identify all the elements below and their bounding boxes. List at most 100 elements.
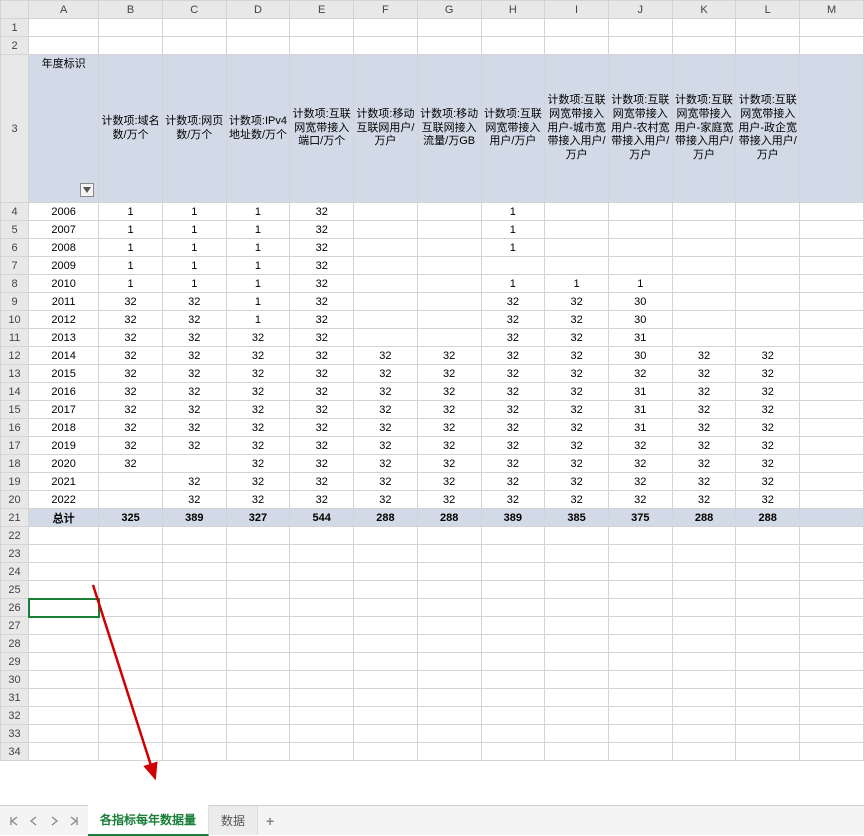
cell[interactable] — [417, 329, 481, 347]
cell[interactable] — [481, 725, 545, 743]
cell[interactable]: 32 — [608, 437, 672, 455]
cell[interactable]: 32 — [608, 455, 672, 473]
cell[interactable]: 32 — [417, 383, 481, 401]
pivot-header-cell[interactable]: 计数项:互联网宽带接入用户/万户 — [481, 55, 545, 203]
row-header[interactable]: 34 — [1, 743, 29, 761]
row-header[interactable]: 3 — [1, 55, 29, 203]
col-header-D[interactable]: D — [226, 1, 290, 19]
cell[interactable]: 32 — [99, 293, 163, 311]
cell[interactable] — [290, 19, 354, 37]
cell[interactable]: 2011 — [29, 293, 99, 311]
cell[interactable] — [800, 329, 864, 347]
cell[interactable]: 1 — [226, 275, 290, 293]
cell[interactable] — [800, 275, 864, 293]
cell[interactable] — [736, 545, 800, 563]
cell[interactable]: 389 — [481, 509, 545, 527]
col-header-A[interactable]: A — [29, 1, 99, 19]
cell[interactable]: 327 — [226, 509, 290, 527]
cell[interactable] — [354, 563, 418, 581]
cell[interactable] — [800, 257, 864, 275]
cell[interactable] — [672, 563, 736, 581]
cell[interactable]: 32 — [290, 419, 354, 437]
cell[interactable]: 1 — [99, 275, 163, 293]
cell[interactable] — [354, 599, 418, 617]
cell[interactable]: 32 — [226, 491, 290, 509]
cell[interactable] — [417, 653, 481, 671]
cell[interactable]: 32 — [672, 473, 736, 491]
cell[interactable]: 30 — [608, 311, 672, 329]
cell[interactable] — [481, 689, 545, 707]
cell[interactable]: 32 — [162, 401, 226, 419]
row-header[interactable]: 31 — [1, 689, 29, 707]
cell[interactable] — [162, 581, 226, 599]
cell[interactable] — [29, 743, 99, 761]
cell[interactable]: 32 — [417, 437, 481, 455]
cell[interactable] — [29, 527, 99, 545]
cell[interactable] — [481, 257, 545, 275]
cell[interactable] — [736, 653, 800, 671]
cell[interactable] — [417, 725, 481, 743]
cell[interactable] — [162, 37, 226, 55]
row-header[interactable]: 26 — [1, 599, 29, 617]
cell[interactable]: 总计 — [29, 509, 99, 527]
cell[interactable] — [672, 725, 736, 743]
cell[interactable] — [417, 743, 481, 761]
cell[interactable]: 32 — [99, 437, 163, 455]
cell[interactable]: 32 — [481, 491, 545, 509]
pivot-header-cell[interactable] — [800, 55, 864, 203]
cell[interactable] — [354, 707, 418, 725]
cell[interactable] — [226, 545, 290, 563]
cell[interactable] — [226, 707, 290, 725]
cell[interactable]: 32 — [417, 473, 481, 491]
cell[interactable] — [800, 725, 864, 743]
col-header-L[interactable]: L — [736, 1, 800, 19]
col-header-K[interactable]: K — [672, 1, 736, 19]
tab-nav-next[interactable] — [44, 810, 64, 832]
cell[interactable] — [99, 563, 163, 581]
row-header[interactable]: 13 — [1, 365, 29, 383]
cell[interactable] — [29, 653, 99, 671]
cell[interactable] — [800, 545, 864, 563]
cell[interactable] — [162, 545, 226, 563]
pivot-header-cell[interactable]: 计数项:互联网宽带接入用户-家庭宽带接入用户/万户 — [672, 55, 736, 203]
cell[interactable] — [545, 581, 609, 599]
cell[interactable] — [162, 635, 226, 653]
cell[interactable]: 1 — [162, 221, 226, 239]
cell[interactable] — [226, 37, 290, 55]
tab-nav-prev[interactable] — [24, 810, 44, 832]
cell[interactable] — [162, 563, 226, 581]
cell[interactable] — [354, 653, 418, 671]
col-header-C[interactable]: C — [162, 1, 226, 19]
cell[interactable]: 375 — [608, 509, 672, 527]
cell[interactable]: 32 — [481, 455, 545, 473]
cell[interactable] — [736, 581, 800, 599]
cell[interactable] — [162, 599, 226, 617]
col-header-I[interactable]: I — [545, 1, 609, 19]
cell[interactable]: 32 — [290, 293, 354, 311]
cell[interactable] — [226, 527, 290, 545]
cell[interactable]: 32 — [290, 257, 354, 275]
cell[interactable] — [99, 617, 163, 635]
cell[interactable] — [672, 527, 736, 545]
cell[interactable] — [481, 653, 545, 671]
cell[interactable] — [481, 635, 545, 653]
cell[interactable]: 2019 — [29, 437, 99, 455]
cell[interactable]: 32 — [226, 419, 290, 437]
cell[interactable] — [417, 707, 481, 725]
cell[interactable] — [354, 203, 418, 221]
cell[interactable] — [417, 671, 481, 689]
cell[interactable]: 32 — [417, 491, 481, 509]
cell[interactable] — [608, 671, 672, 689]
cell[interactable]: 32 — [354, 491, 418, 509]
cell[interactable]: 32 — [162, 329, 226, 347]
cell[interactable]: 32 — [290, 383, 354, 401]
cell[interactable]: 32 — [99, 365, 163, 383]
cell[interactable]: 1 — [162, 275, 226, 293]
cell[interactable]: 32 — [99, 455, 163, 473]
row-header[interactable]: 29 — [1, 653, 29, 671]
cell[interactable]: 32 — [545, 329, 609, 347]
row-header[interactable]: 15 — [1, 401, 29, 419]
cell[interactable] — [545, 635, 609, 653]
cell[interactable] — [672, 275, 736, 293]
cell[interactable] — [162, 617, 226, 635]
